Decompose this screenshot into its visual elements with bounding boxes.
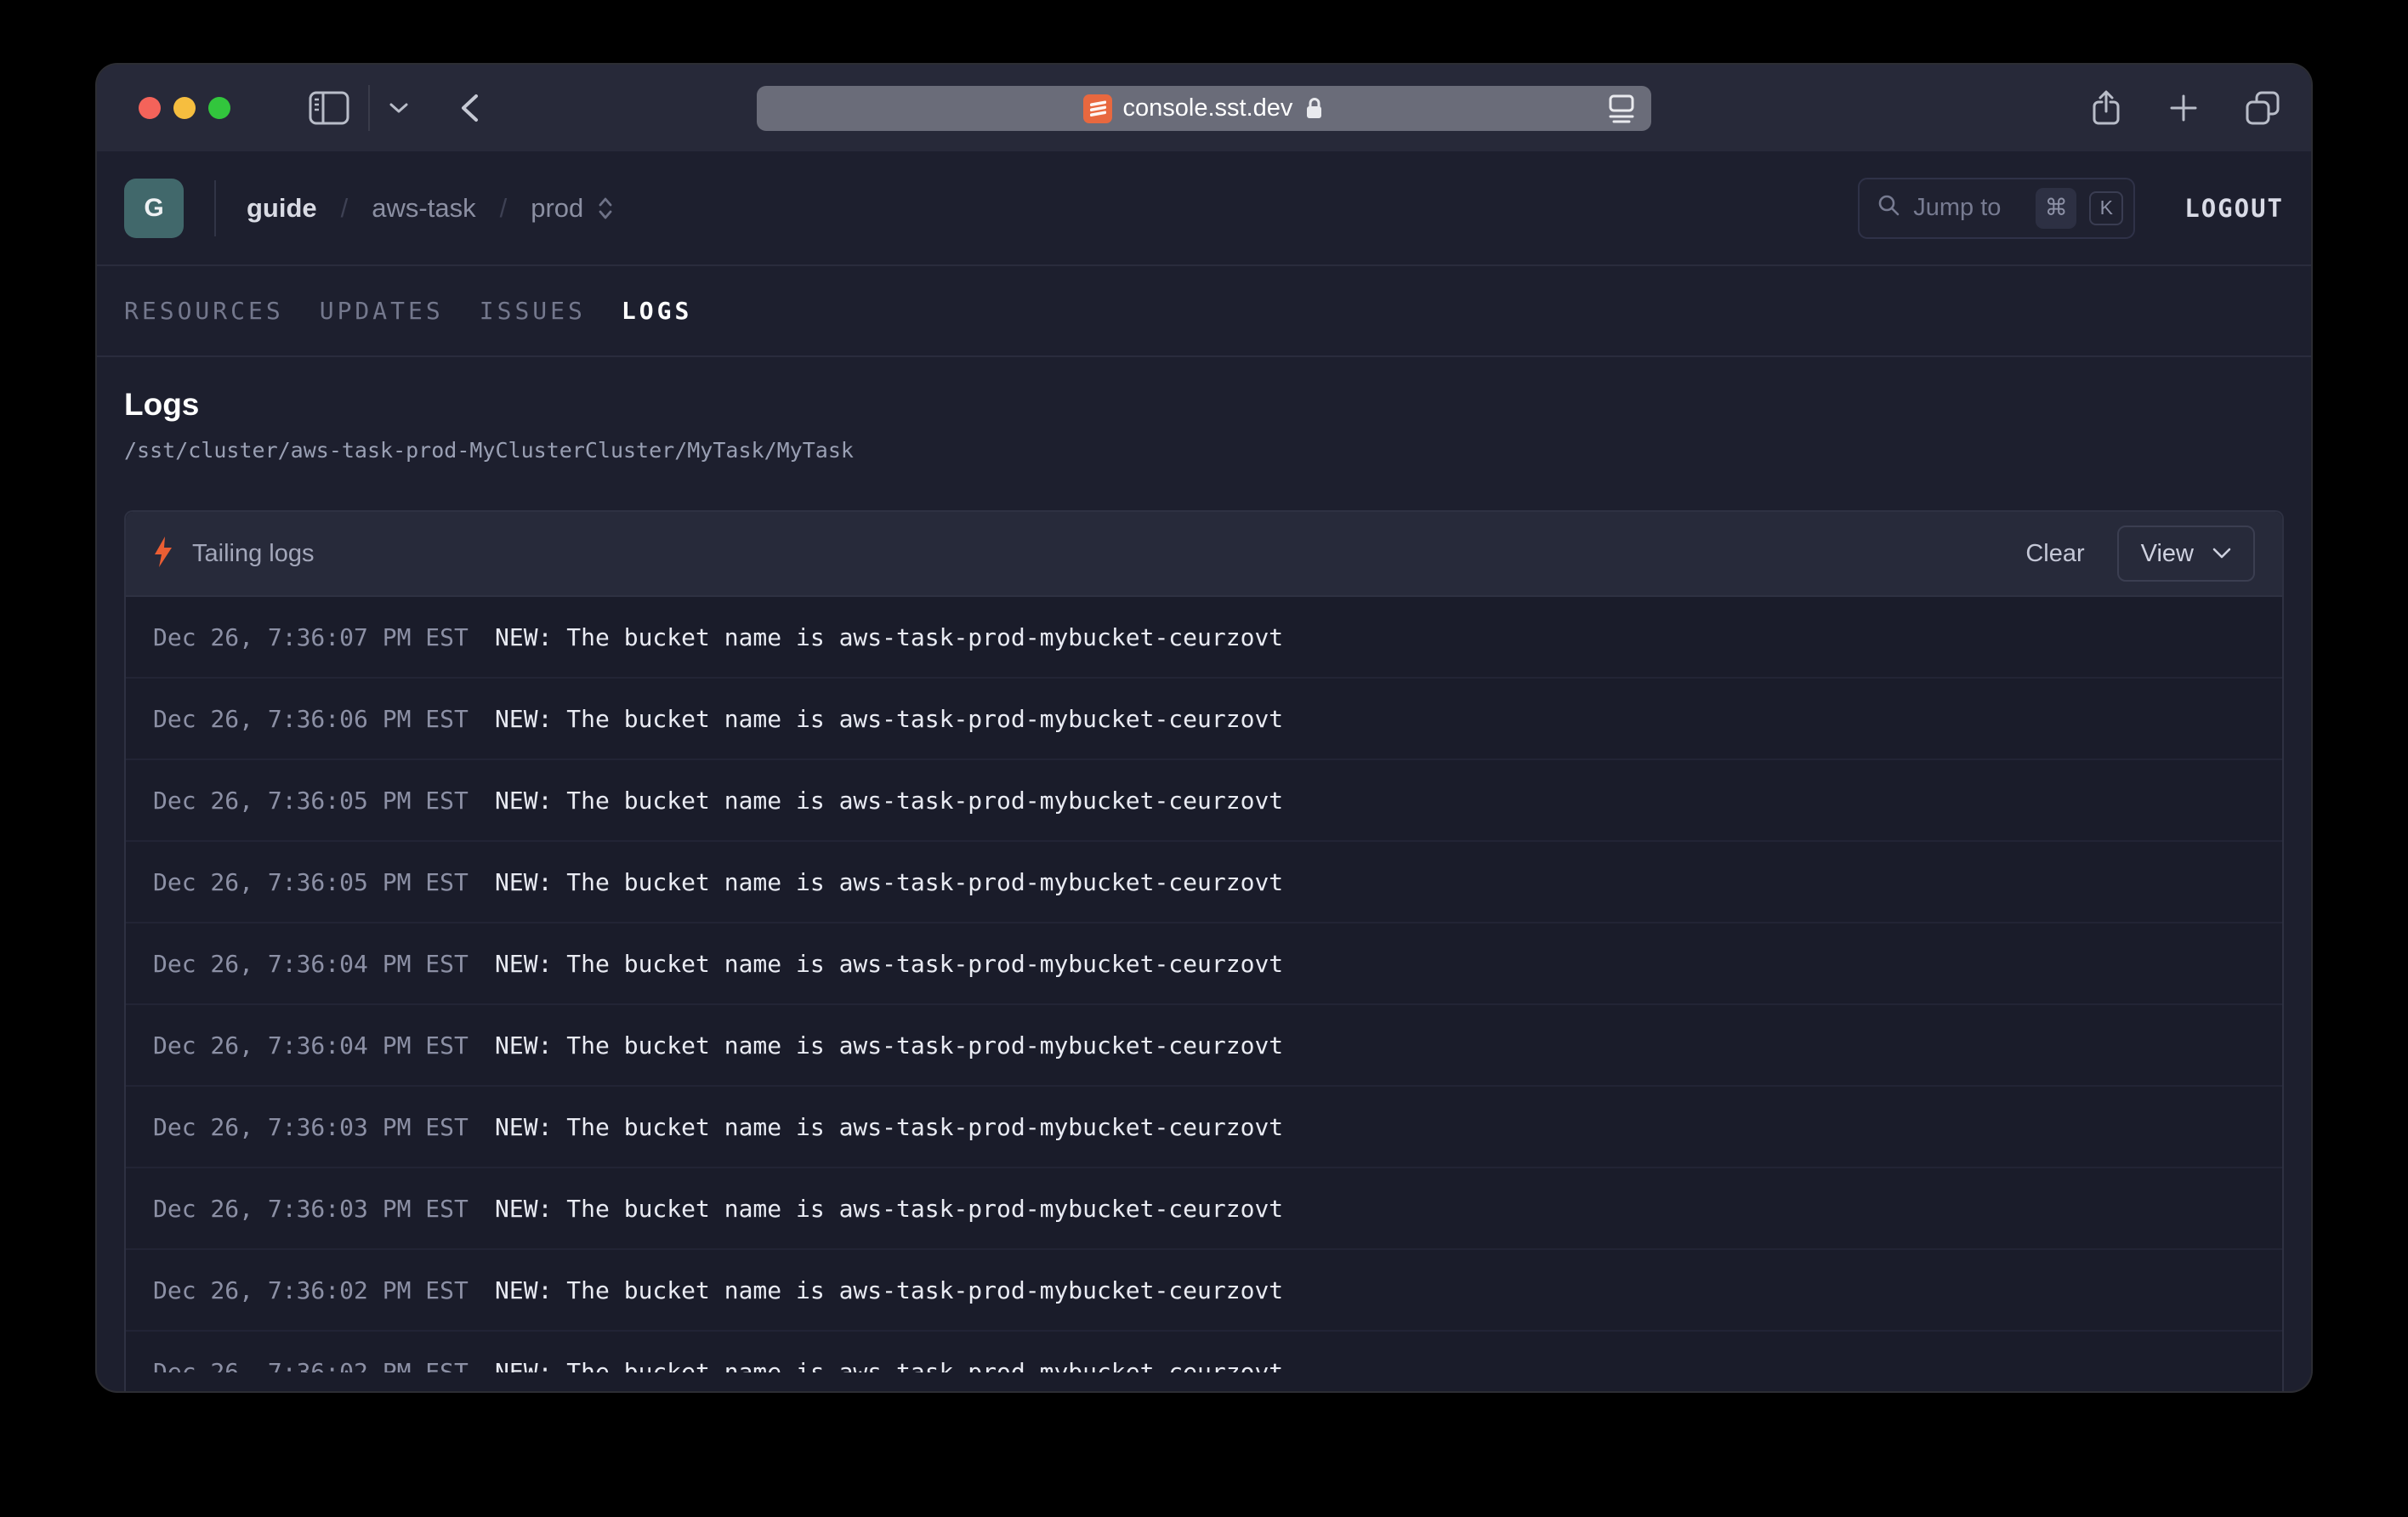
k-keycap: K bbox=[2089, 191, 2123, 225]
log-timestamp: Dec 26, 7:36:06 PM EST bbox=[153, 705, 495, 733]
log-row[interactable]: Dec 26, 7:36:04 PM EST NEW: The bucket n… bbox=[126, 1005, 2282, 1087]
fullscreen-window-button[interactable] bbox=[208, 97, 230, 119]
tab-issues[interactable]: ISSUES bbox=[480, 297, 586, 325]
page-title: Logs bbox=[124, 386, 2284, 423]
breadcrumb-separator: / bbox=[341, 193, 349, 224]
page-content: Logs /sst/cluster/aws-task-prod-MyCluste… bbox=[97, 357, 2311, 1391]
log-timestamp: Dec 26, 7:36:02 PM EST bbox=[153, 1276, 495, 1304]
log-message: NEW: The bucket name is aws-task-prod-my… bbox=[495, 623, 1283, 651]
tailing-status-label: Tailing logs bbox=[192, 540, 314, 568]
log-rows: Dec 26, 7:36:07 PM EST NEW: The bucket n… bbox=[126, 597, 2282, 1372]
stage-selector-icon[interactable] bbox=[597, 195, 614, 222]
log-panel: Tailing logs Clear View Dec 26, 7:36:07 … bbox=[124, 510, 2284, 1391]
url-text: console.sst.dev bbox=[1123, 94, 1293, 122]
lightning-bolt-icon bbox=[153, 537, 173, 571]
breadcrumb: guide / aws-task / prod bbox=[247, 193, 614, 224]
log-timestamp: Dec 26, 7:36:04 PM EST bbox=[153, 1031, 495, 1060]
tab-logs[interactable]: LOGS bbox=[622, 297, 692, 325]
log-message: NEW: The bucket name is aws-task-prod-my… bbox=[495, 950, 1283, 978]
log-message: NEW: The bucket name is aws-task-prod-my… bbox=[495, 1276, 1283, 1304]
back-button[interactable] bbox=[458, 91, 480, 125]
log-row[interactable]: Dec 26, 7:36:03 PM EST NEW: The bucket n… bbox=[126, 1087, 2282, 1168]
log-timestamp: Dec 26, 7:36:05 PM EST bbox=[153, 868, 495, 896]
new-tab-icon[interactable] bbox=[2168, 93, 2199, 123]
log-row[interactable]: Dec 26, 7:36:03 PM EST NEW: The bucket n… bbox=[126, 1168, 2282, 1250]
browser-toolbar: console.sst.dev bbox=[97, 65, 2311, 151]
address-bar[interactable]: console.sst.dev bbox=[757, 86, 1651, 131]
page-settings-icon[interactable] bbox=[1607, 94, 1636, 124]
sidebar-toggle-icon[interactable] bbox=[309, 91, 349, 125]
tab-overview-icon[interactable] bbox=[2245, 90, 2280, 126]
browser-window: console.sst.dev bbox=[97, 65, 2311, 1391]
log-message: NEW: The bucket name is aws-task-prod-my… bbox=[495, 1195, 1283, 1223]
log-row[interactable]: Dec 26, 7:36:05 PM EST NEW: The bucket n… bbox=[126, 760, 2282, 842]
log-row[interactable]: Dec 26, 7:36:05 PM EST NEW: The bucket n… bbox=[126, 842, 2282, 923]
chevron-down-icon bbox=[2212, 548, 2231, 560]
toolbar-divider bbox=[368, 85, 370, 131]
view-dropdown-label: View bbox=[2141, 540, 2194, 568]
jump-to-placeholder: Jump to bbox=[1913, 194, 2001, 222]
log-row[interactable]: Dec 26, 7:36:07 PM EST NEW: The bucket n… bbox=[126, 597, 2282, 679]
log-row[interactable]: Dec 26, 7:36:04 PM EST NEW: The bucket n… bbox=[126, 923, 2282, 1005]
log-timestamp: Dec 26, 7:36:04 PM EST bbox=[153, 950, 495, 978]
log-row-clipped[interactable]: Dec 26, 7:36:02 PM EST NEW: The bucket n… bbox=[126, 1332, 2282, 1372]
minimize-window-button[interactable] bbox=[173, 97, 196, 119]
jump-to-search[interactable]: Jump to ⌘ K bbox=[1858, 178, 2135, 239]
view-dropdown[interactable]: View bbox=[2117, 526, 2255, 582]
app-header: G guide / aws-task / prod bbox=[97, 151, 2311, 266]
log-message: NEW: The bucket name is aws-task-prod-my… bbox=[495, 1113, 1283, 1141]
share-icon[interactable] bbox=[2090, 89, 2122, 127]
logout-button[interactable]: LOGOUT bbox=[2184, 194, 2284, 223]
log-row[interactable]: Dec 26, 7:36:06 PM EST NEW: The bucket n… bbox=[126, 679, 2282, 760]
lock-icon bbox=[1303, 95, 1325, 122]
log-row[interactable]: Dec 26, 7:36:02 PM EST NEW: The bucket n… bbox=[126, 1250, 2282, 1332]
sidebar-chevron-down-icon[interactable] bbox=[389, 101, 409, 115]
cmd-keycap: ⌘ bbox=[2036, 188, 2076, 229]
site-favicon bbox=[1083, 94, 1112, 123]
log-timestamp: Dec 26, 7:36:07 PM EST bbox=[153, 623, 495, 651]
clear-button[interactable]: Clear bbox=[2025, 540, 2084, 568]
log-group-path: /sst/cluster/aws-task-prod-MyClusterClus… bbox=[124, 437, 2284, 464]
log-timestamp: Dec 26, 7:36:02 PM EST bbox=[153, 1358, 495, 1373]
header-divider bbox=[214, 180, 216, 236]
log-message: NEW: The bucket name is aws-task-prod-my… bbox=[495, 868, 1283, 896]
log-timestamp: Dec 26, 7:36:03 PM EST bbox=[153, 1195, 495, 1223]
tab-updates[interactable]: UPDATES bbox=[320, 297, 444, 325]
window-controls bbox=[139, 97, 230, 119]
tab-resources[interactable]: RESOURCES bbox=[124, 297, 284, 325]
breadcrumb-workspace[interactable]: guide bbox=[247, 193, 317, 224]
log-message: NEW: The bucket name is aws-task-prod-my… bbox=[495, 705, 1283, 733]
breadcrumb-app[interactable]: aws-task bbox=[372, 193, 475, 224]
search-icon bbox=[1877, 193, 1900, 224]
log-panel-header: Tailing logs Clear View bbox=[126, 512, 2282, 597]
nav-tabbar: RESOURCES UPDATES ISSUES LOGS bbox=[97, 266, 2311, 357]
log-message: NEW: The bucket name is aws-task-prod-my… bbox=[495, 787, 1283, 815]
log-message: NEW: The bucket name is aws-task-prod-my… bbox=[495, 1031, 1283, 1060]
close-window-button[interactable] bbox=[139, 97, 161, 119]
log-message: NEW: The bucket name is aws-task-prod-my… bbox=[495, 1358, 1283, 1373]
breadcrumb-stage[interactable]: prod bbox=[531, 193, 583, 224]
log-timestamp: Dec 26, 7:36:03 PM EST bbox=[153, 1113, 495, 1141]
workspace-avatar[interactable]: G bbox=[124, 179, 184, 238]
breadcrumb-separator: / bbox=[500, 193, 508, 224]
log-timestamp: Dec 26, 7:36:05 PM EST bbox=[153, 787, 495, 815]
